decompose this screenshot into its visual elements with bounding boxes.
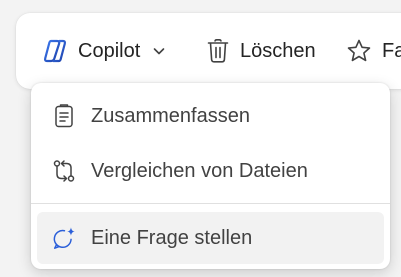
menu-item-label: Zusammenfassen [91, 104, 250, 127]
copilot-dropdown-menu: Zusammenfassen Vergleichen von Dateien E… [31, 83, 390, 269]
copilot-label: Copilot [78, 39, 141, 62]
trash-icon [206, 38, 230, 64]
menu-item-label: Vergleichen von Dateien [91, 159, 308, 182]
app-stage: Copilot Löschen Fa Zusammenfassen Vergle… [0, 0, 401, 277]
menu-divider [31, 203, 390, 204]
star-icon [346, 38, 372, 64]
command-bar: Copilot Löschen Fa [16, 13, 401, 89]
delete-label: Löschen [240, 39, 316, 62]
delete-button[interactable]: Löschen [206, 13, 316, 89]
copilot-button[interactable]: Copilot [42, 13, 166, 89]
summary-icon [51, 103, 77, 129]
chevron-down-icon [152, 44, 166, 58]
ask-question-icon [51, 225, 77, 251]
menu-item-label: Eine Frage stellen [91, 226, 253, 249]
favorite-button[interactable]: Fa [346, 13, 401, 89]
copilot-icon [42, 38, 68, 64]
compare-files-icon [51, 158, 77, 184]
menu-item-summarize[interactable]: Zusammenfassen [37, 90, 384, 142]
menu-item-compare-files[interactable]: Vergleichen von Dateien [37, 145, 384, 197]
menu-item-ask-question[interactable]: Eine Frage stellen [37, 212, 384, 264]
favorite-label: Fa [382, 39, 401, 62]
